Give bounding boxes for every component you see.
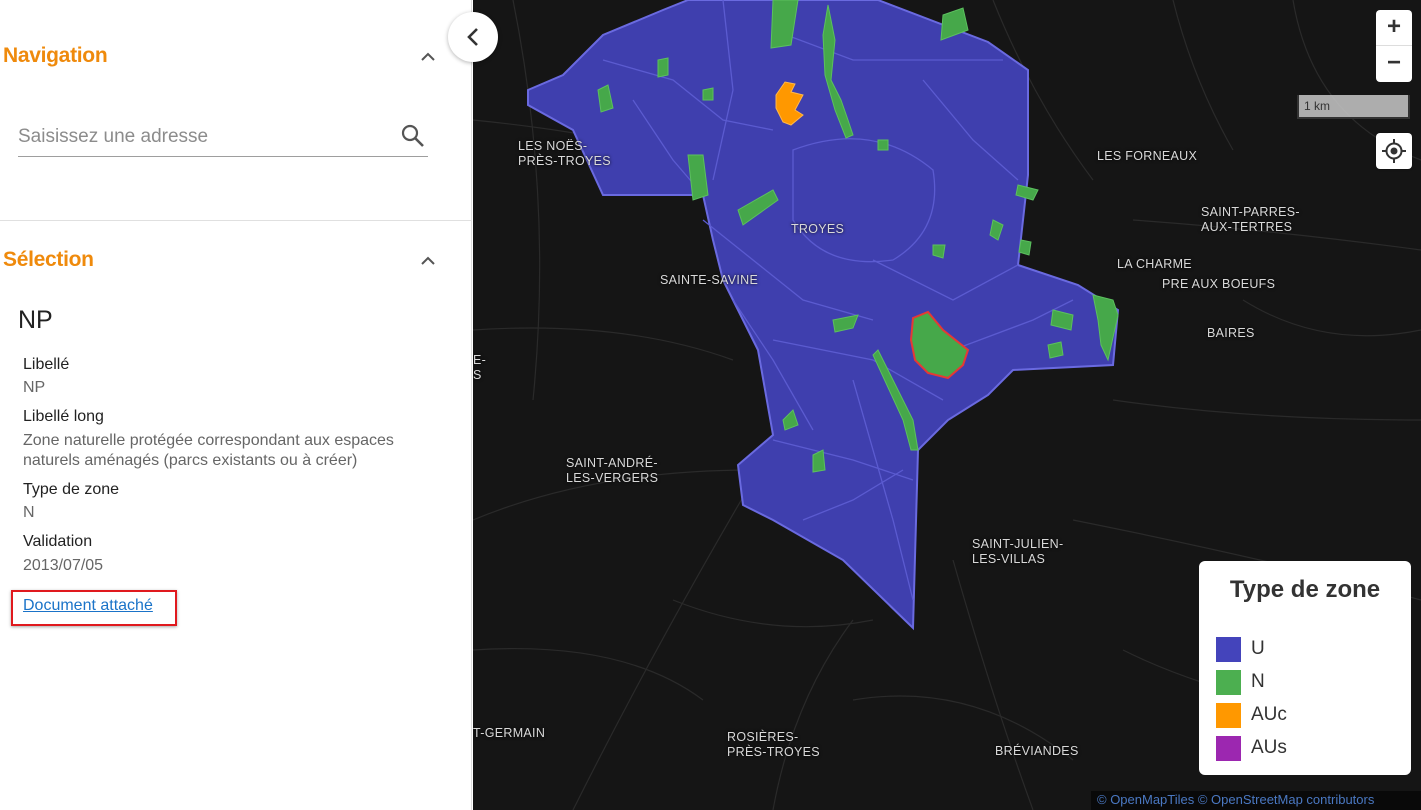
attribute-label: Type de zone xyxy=(23,481,120,498)
attribute-label: Validation xyxy=(23,533,93,550)
zoom-controls: + − xyxy=(1376,10,1412,82)
collapse-sidebar-button[interactable] xyxy=(448,12,498,62)
place-label: TROYES xyxy=(791,222,845,236)
place-label: T-GERMAIN xyxy=(473,726,546,740)
place-label: E- S xyxy=(473,353,487,382)
place-label: LA CHARME xyxy=(1117,257,1192,271)
document-link[interactable]: Document attaché xyxy=(23,597,153,615)
chevron-up-icon[interactable] xyxy=(418,47,438,67)
legend-swatch xyxy=(1216,703,1241,728)
legend-label: AUs xyxy=(1251,737,1287,758)
legend-swatch xyxy=(1216,736,1241,761)
zone-u-polygon xyxy=(527,0,1120,631)
zoom-out-button[interactable]: − xyxy=(1376,46,1412,82)
navigation-title: Navigation xyxy=(3,44,108,67)
place-label: SAINT-ANDRÉ- LES-VERGERS xyxy=(566,456,659,485)
chevron-left-icon xyxy=(467,28,478,46)
zoom-in-button[interactable]: + xyxy=(1376,10,1412,46)
legend-label: N xyxy=(1251,671,1265,692)
attribute-value: 2013/07/05 xyxy=(23,557,104,574)
chevron-up-icon[interactable] xyxy=(418,251,438,271)
attribute-value: NP xyxy=(23,379,46,396)
search-input[interactable] xyxy=(18,122,388,152)
search-icon[interactable] xyxy=(400,123,426,149)
legend-swatch xyxy=(1216,637,1241,662)
legend-label: AUc xyxy=(1251,704,1287,725)
attribute-label: Libellé long xyxy=(23,408,104,425)
crosshair-icon xyxy=(1382,139,1406,163)
legend-swatch xyxy=(1216,670,1241,695)
place-label: SAINTE-SAVINE xyxy=(660,273,759,287)
place-label: ROSIÈRES- PRÈS-TROYES xyxy=(727,730,820,759)
divider xyxy=(0,220,472,221)
map-attribution[interactable]: © OpenMapTiles © OpenStreetMap contribut… xyxy=(1091,791,1421,810)
place-label: LES NOËS- PRÈS-TROYES xyxy=(518,139,611,168)
legend: Type de zone U N AUc AUs xyxy=(1199,561,1411,775)
search-field xyxy=(18,118,428,157)
place-label: LES FORNEAUX xyxy=(1097,149,1198,163)
selection-title: Sélection xyxy=(3,248,94,271)
attribute-label: Libellé xyxy=(23,356,70,373)
place-label: BRÉVIANDES xyxy=(995,744,1079,758)
geolocate-button[interactable] xyxy=(1376,133,1412,169)
attribute-value: Zone naturelle protégée correspondant au… xyxy=(23,432,394,469)
legend-title: Type de zone xyxy=(1229,576,1381,603)
scale-bar: 1 km xyxy=(1297,95,1410,119)
place-label: BAIRES xyxy=(1207,326,1255,340)
feature-title: NP xyxy=(18,306,53,334)
attribute-value: N xyxy=(23,504,35,521)
map[interactable]: LES NOËS- PRÈS-TROYES TROYES LES FORNEAU… xyxy=(473,0,1421,810)
sidebar: Navigation Sélection NP Libellé NP Libel… xyxy=(0,0,472,810)
place-label: SAINT-PARRES- AUX-TERTRES xyxy=(1201,205,1300,234)
place-label: SAINT-JULIEN- LES-VILLAS xyxy=(972,537,1064,566)
legend-label: U xyxy=(1251,638,1265,659)
place-label: PRE AUX BOEUFS xyxy=(1162,277,1276,291)
